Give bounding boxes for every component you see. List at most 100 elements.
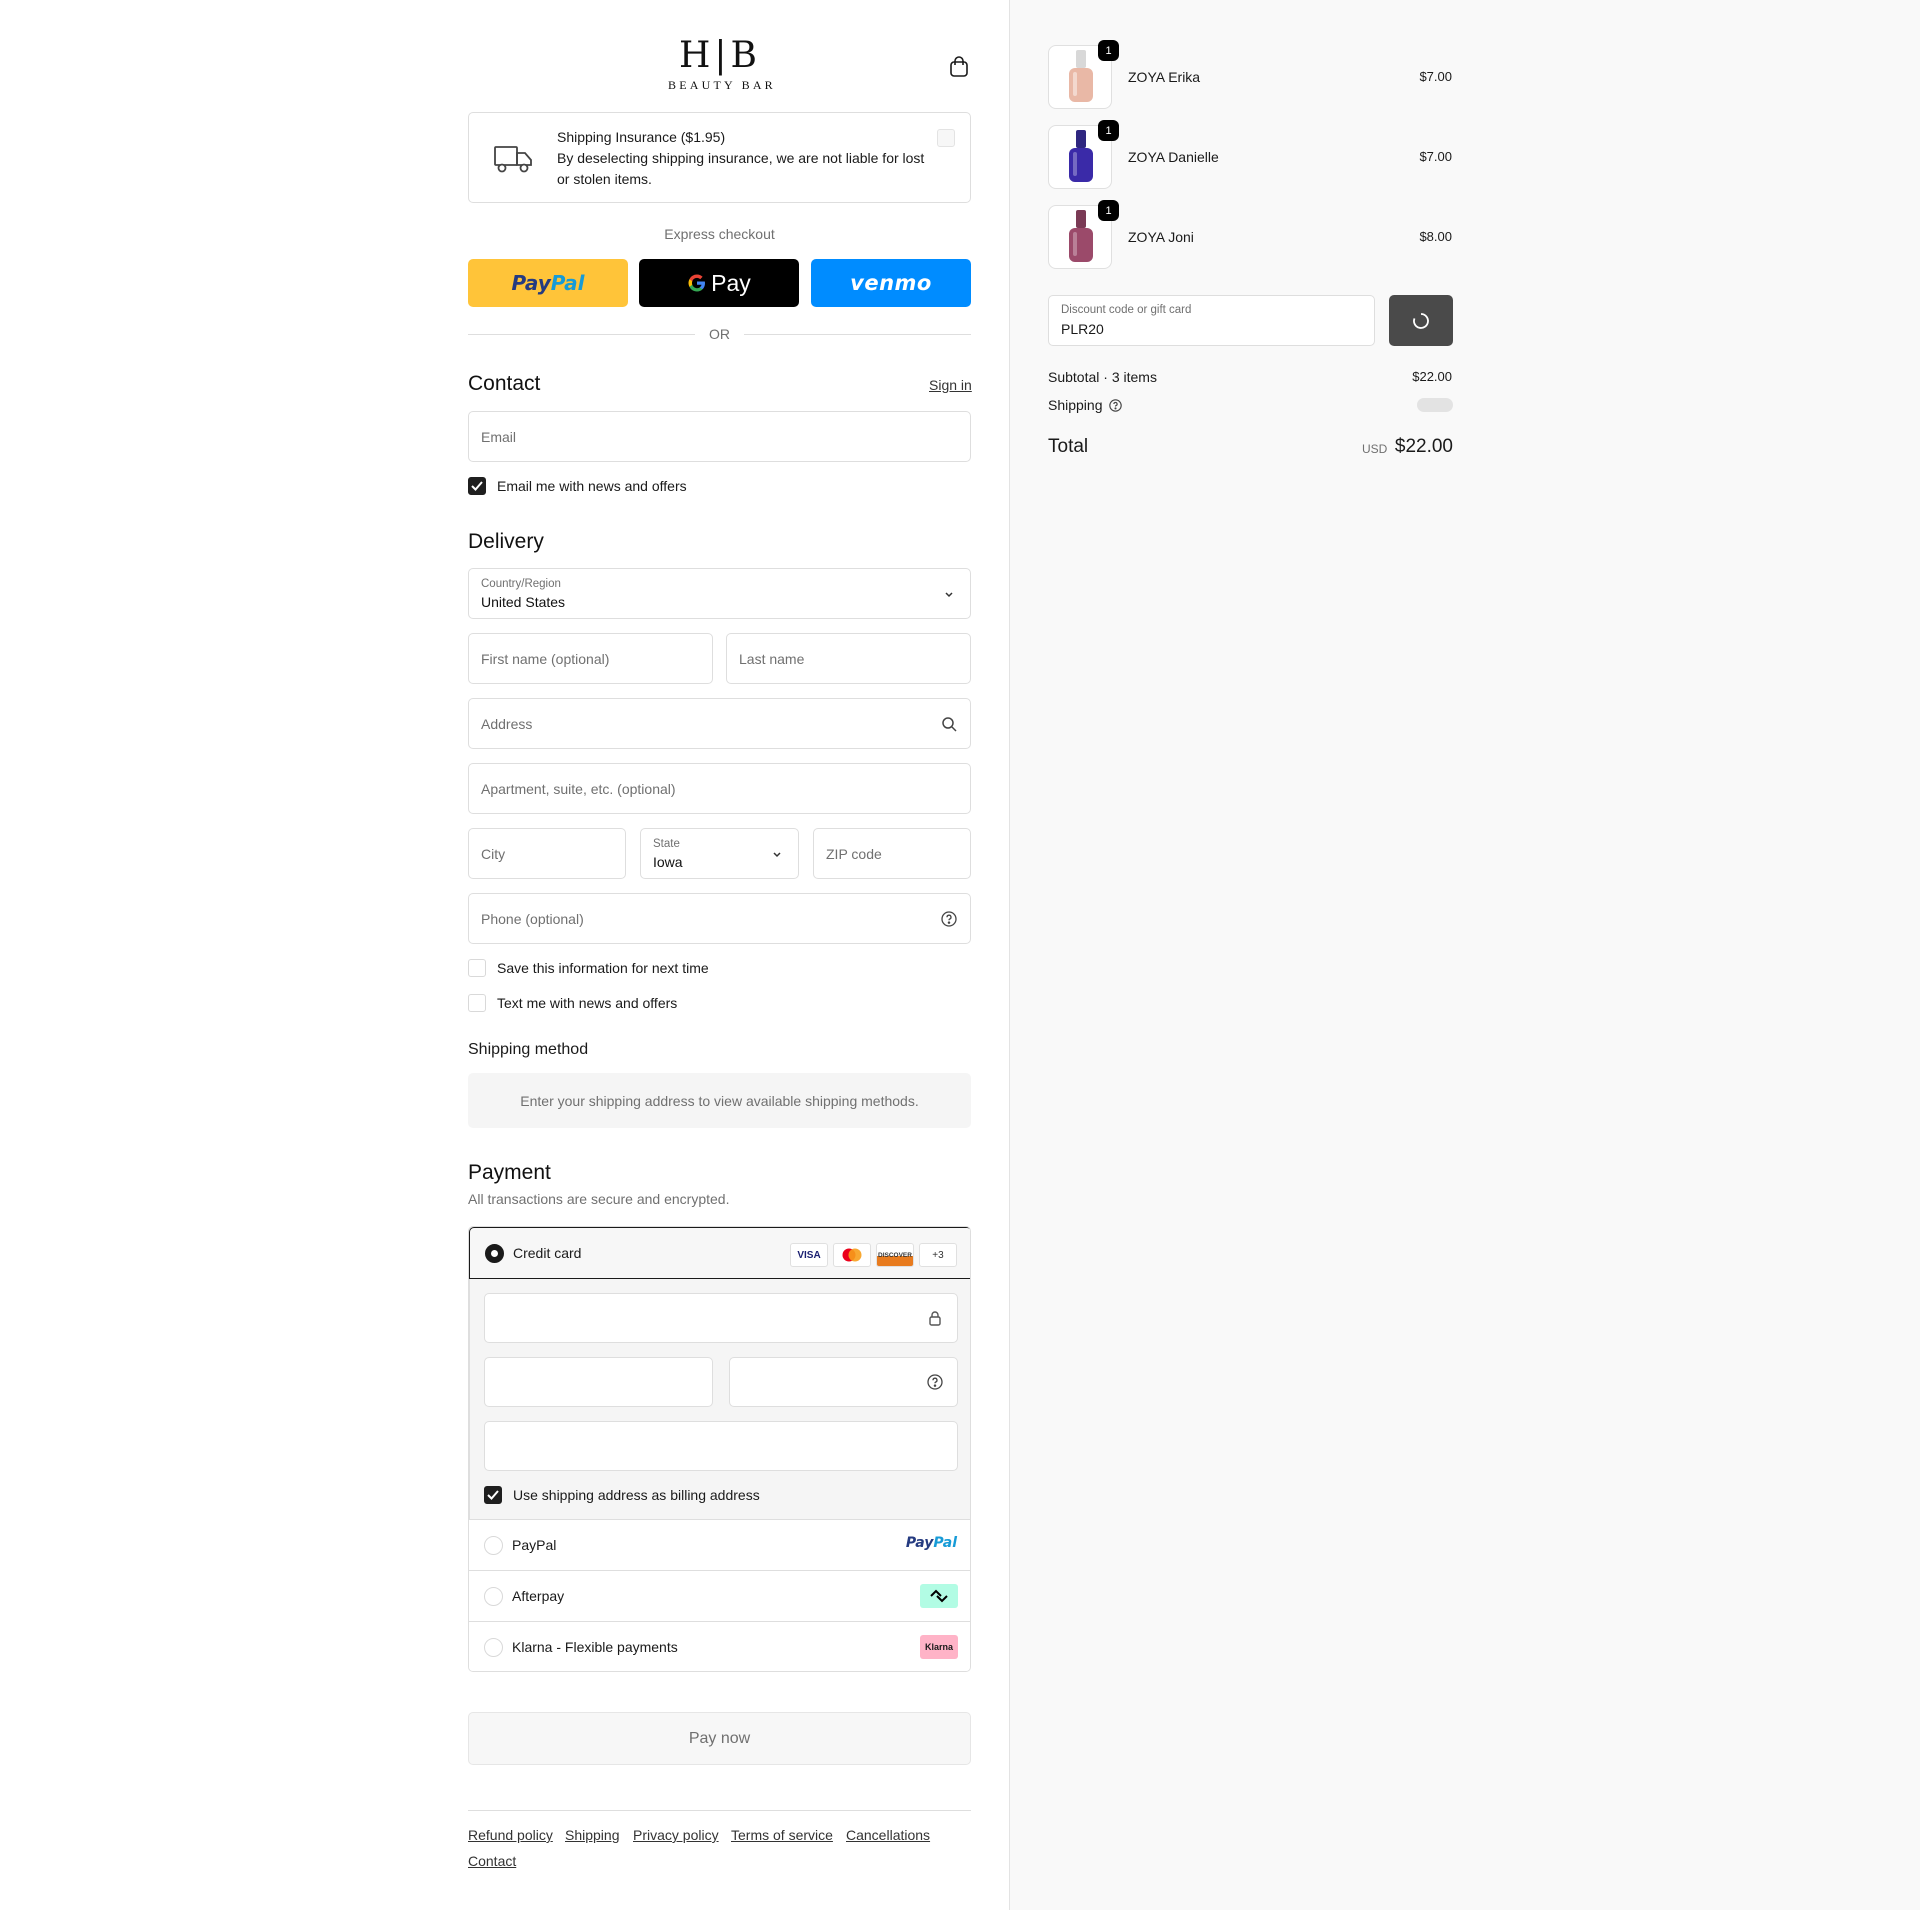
first-name-field[interactable]: First name (optional) (468, 633, 713, 684)
refund-policy-link[interactable]: Refund policy (468, 1826, 553, 1844)
save-info-label: Save this information for next time (497, 960, 709, 976)
venmo-button[interactable]: venmo (811, 259, 971, 307)
discount-code-field[interactable]: Discount code or gift card PLR20 (1048, 295, 1375, 346)
pay-now-button[interactable]: Pay now (468, 1712, 971, 1765)
afterpay-radio[interactable] (484, 1587, 503, 1606)
help-circle-icon[interactable] (927, 1374, 943, 1395)
insurance-checkbox[interactable] (937, 129, 955, 147)
discount-value: PLR20 (1061, 321, 1104, 337)
paypal-radio[interactable] (484, 1536, 503, 1555)
footer-divider (468, 1810, 971, 1811)
apply-discount-button[interactable] (1389, 295, 1453, 346)
privacy-policy-link[interactable]: Privacy policy (633, 1826, 719, 1844)
credit-card-radio[interactable] (485, 1244, 504, 1263)
help-circle-icon[interactable] (1108, 398, 1122, 412)
search-icon (941, 716, 957, 732)
visa-icon: VISA (790, 1243, 828, 1267)
spinner-icon (1413, 312, 1429, 329)
quantity-badge: 1 (1098, 120, 1119, 141)
subtotal-label: Subtotal · 3 items (1048, 369, 1157, 385)
apartment-field[interactable]: Apartment, suite, etc. (optional) (468, 763, 971, 814)
zip-code-field[interactable]: ZIP code (813, 828, 971, 879)
shipping-method-heading: Shipping method (468, 1041, 589, 1058)
billing-same-checkbox[interactable] (484, 1486, 502, 1504)
help-circle-icon[interactable] (941, 911, 957, 927)
delivery-heading: Delivery (468, 530, 544, 553)
klarna-radio[interactable] (484, 1638, 503, 1657)
address-field[interactable]: Address (468, 698, 971, 749)
email-offers-checkbox-row[interactable]: Email me with news and offers (468, 477, 687, 495)
paypal-label: PayPal (512, 1537, 557, 1553)
phone-placeholder: Phone (optional) (481, 911, 584, 927)
state-label: State (653, 838, 680, 850)
email-placeholder: Email (481, 429, 517, 445)
subtotal-value: $22.00 (1412, 369, 1452, 384)
city-placeholder: City (481, 846, 506, 862)
expiration-date-field[interactable] (484, 1357, 713, 1407)
express-checkout-label: Express checkout (664, 226, 775, 242)
payment-subtitle: All transactions are secure and encrypte… (468, 1191, 730, 1207)
country-select[interactable]: Country/Region United States (468, 568, 971, 619)
save-info-checkbox-row[interactable]: Save this information for next time (468, 959, 709, 977)
first-name-placeholder: First name (optional) (481, 651, 610, 667)
terms-of-service-link[interactable]: Terms of service (731, 1826, 833, 1844)
sign-in-link[interactable]: Sign in (929, 377, 972, 393)
item-name: ZOYA Danielle (1128, 149, 1219, 165)
google-g-icon (688, 274, 706, 292)
google-pay-button[interactable]: Pay (639, 259, 799, 307)
cancellations-link[interactable]: Cancellations (846, 1826, 930, 1844)
address-placeholder: Address (481, 716, 533, 732)
afterpay-option[interactable]: Afterpay (469, 1570, 970, 1621)
shipping-loading-placeholder (1417, 398, 1453, 412)
klarna-option[interactable]: Klarna - Flexible payments Klarna (469, 1621, 970, 1671)
item-name: ZOYA Joni (1128, 229, 1194, 245)
logo-mark: H|B (679, 35, 761, 76)
country-value: United States (481, 594, 566, 610)
afterpay-label: Afterpay (512, 1588, 565, 1604)
save-info-checkbox[interactable] (468, 959, 486, 977)
city-field[interactable]: City (468, 828, 626, 879)
paypal-option[interactable]: PayPal PayPal (469, 1519, 970, 1570)
billing-same-checkbox-row[interactable]: Use shipping address as billing address (484, 1486, 760, 1504)
quantity-badge: 1 (1098, 40, 1119, 61)
more-cards-badge: +3 (919, 1243, 957, 1267)
order-summary-panel (1009, 0, 1920, 1910)
item-price: $7.00 (1419, 69, 1452, 84)
discount-label: Discount code or gift card (1061, 304, 1192, 316)
card-logos: VISA DISCOVER +3 (790, 1243, 957, 1267)
shipping-policy-link[interactable]: Shipping (565, 1826, 620, 1844)
brand-logo[interactable]: H|B BEAUTY BAR (668, 35, 773, 98)
credit-card-label: Credit card (513, 1245, 582, 1261)
apartment-placeholder: Apartment, suite, etc. (optional) (481, 781, 676, 797)
text-offers-checkbox[interactable] (468, 994, 486, 1012)
afterpay-icon (920, 1584, 958, 1608)
email-field[interactable]: Email (468, 411, 971, 462)
shopping-bag-icon[interactable] (946, 54, 972, 80)
item-price: $8.00 (1419, 229, 1452, 244)
klarna-icon: Klarna (920, 1635, 958, 1659)
name-on-card-field[interactable] (484, 1421, 958, 1471)
last-name-field[interactable]: Last name (726, 633, 971, 684)
card-number-field[interactable] (484, 1293, 958, 1343)
or-divider: OR (468, 324, 971, 344)
email-offers-checkbox[interactable] (468, 477, 486, 495)
email-offers-label: Email me with news and offers (497, 478, 687, 494)
venmo-logo: venmo (850, 271, 932, 295)
paypal-express-button[interactable]: PayPal (468, 259, 628, 307)
shipping-insurance-box: Shipping Insurance ($1.95) By deselectin… (468, 112, 971, 203)
chevron-down-icon (769, 846, 785, 862)
text-offers-checkbox-row[interactable]: Text me with news and offers (468, 994, 677, 1012)
klarna-label: Klarna - Flexible payments (512, 1639, 678, 1655)
security-code-field[interactable] (729, 1357, 958, 1407)
chevron-down-icon (941, 586, 957, 602)
contact-link[interactable]: Contact (468, 1852, 516, 1870)
state-select[interactable]: State Iowa (640, 828, 799, 879)
credit-card-option[interactable]: Credit card VISA DISCOVER +3 (469, 1227, 970, 1279)
state-value: Iowa (653, 854, 683, 870)
payment-methods: Credit card VISA DISCOVER +3 Use shippin… (468, 1226, 971, 1672)
item-price: $7.00 (1419, 149, 1452, 164)
phone-field[interactable]: Phone (optional) (468, 893, 971, 944)
last-name-placeholder: Last name (739, 651, 805, 667)
total-label: Total (1048, 436, 1089, 457)
zip-code-placeholder: ZIP code (826, 846, 882, 862)
